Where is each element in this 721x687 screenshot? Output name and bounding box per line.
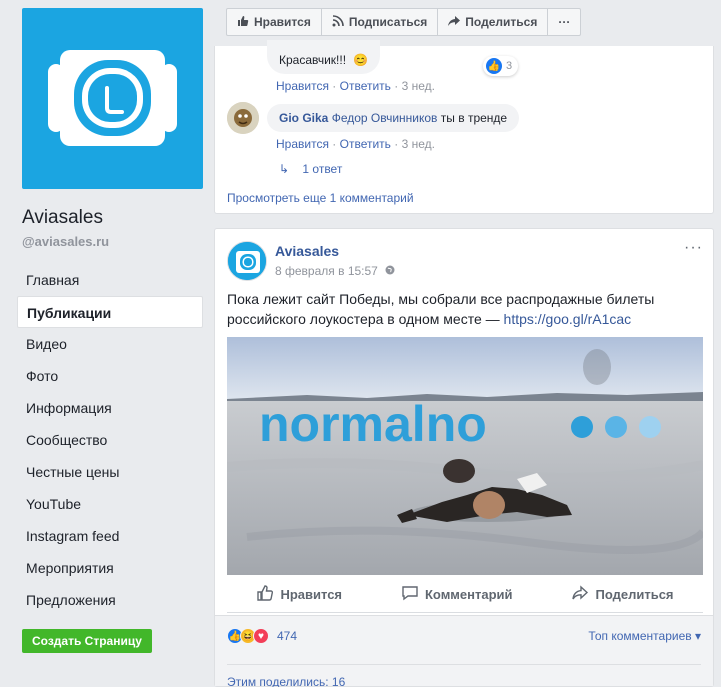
comment-mention[interactable]: Федор Овчинников (332, 111, 438, 125)
comment-bubble: Gio Gika Федор Овчинников ты в тренде (267, 104, 520, 132)
page-share-label: Поделиться (465, 15, 538, 29)
comment-actions: Нравится · Ответить · 3 нед. (276, 137, 435, 151)
page-handle: @aviasales.ru (22, 234, 110, 249)
view-more-comments-link[interactable]: Просмотреть еще 1 комментарий (227, 191, 414, 205)
comment-time[interactable]: 3 нед. (402, 137, 435, 151)
post-comment-button[interactable]: Комментарий (401, 584, 513, 605)
page-like-label: Нравится (254, 15, 311, 29)
post-image[interactable]: normalno (227, 337, 703, 575)
comment-reply-link[interactable]: Ответить (340, 137, 391, 151)
globe-icon (385, 264, 395, 278)
nav-item-events[interactable]: Мероприятия (17, 552, 203, 584)
post-link[interactable]: https://goo.gl/rA1cac (504, 311, 632, 327)
comment-icon (401, 584, 419, 605)
nav-item-photo[interactable]: Фото (17, 360, 203, 392)
subscribe-label: Подписаться (348, 15, 428, 29)
nav-item-offers[interactable]: Предложения (17, 584, 203, 616)
page-action-bar: Нравится Подписаться Поделиться ··· (226, 8, 582, 36)
post-like-button[interactable]: Нравится (256, 584, 342, 605)
share-arrow-icon (571, 584, 589, 605)
post-like-label: Нравится (280, 587, 343, 602)
emoji-icon: 😊 (353, 53, 369, 67)
thumbs-up-icon (237, 15, 249, 30)
rss-icon (332, 14, 344, 30)
commenter-avatar[interactable] (227, 102, 259, 134)
top-comments-dropdown[interactable]: Топ комментариев ▾ (588, 629, 701, 643)
reply-arrow-icon: ↳ (279, 162, 290, 176)
like-reaction-icon: 👍 (486, 58, 502, 74)
comment-bubble: Красавчик!!! 😊 (267, 40, 381, 74)
comment-like-link[interactable]: Нравится (276, 79, 329, 93)
comment-actions: Нравится · Ответить · 3 нед. (276, 79, 435, 93)
thumbs-up-icon (256, 584, 274, 605)
share-arrow-icon (448, 15, 461, 30)
more-dots-icon: ··· (558, 15, 571, 29)
page-share-button[interactable]: Поделиться (438, 9, 549, 35)
post-author[interactable]: Aviasales (275, 243, 339, 259)
nav-item-posts[interactable]: Публикации (17, 296, 203, 328)
nav-item-community[interactable]: Сообщество (17, 424, 203, 456)
nav-item-honest-prices[interactable]: Честные цены (17, 456, 203, 488)
comment-like-link[interactable]: Нравится (276, 137, 329, 151)
comment-reply-link[interactable]: Ответить (340, 79, 391, 93)
create-page-button[interactable]: Создать Страницу (22, 629, 152, 653)
page-like-button[interactable]: Нравится (227, 9, 322, 35)
post-text: Пока лежит сайт Победы, мы собрали все р… (227, 289, 697, 329)
post-card: Aviasales 8 февраля в 15:57 ··· Пока леж… (214, 228, 714, 687)
post-author-avatar[interactable] (227, 241, 267, 281)
comment-text: Красавчик!!! (279, 53, 347, 67)
reactions-count: 474 (277, 629, 298, 643)
comment-author[interactable]: Gio Gika (279, 111, 328, 125)
more-options-button[interactable]: ··· (548, 9, 580, 35)
nav-item-info[interactable]: Информация (17, 392, 203, 424)
comment-reactions[interactable]: 👍 3 (483, 56, 519, 76)
page-nav: Главная Публикации Видео Фото Информация… (17, 264, 203, 616)
comment-time[interactable]: 3 нед. (402, 79, 435, 93)
post-timestamp[interactable]: 8 февраля в 15:57 (275, 264, 395, 278)
comment-text: ты в тренде (440, 111, 508, 125)
reactions-summary[interactable]: 👍 😆 ♥ 474 (227, 628, 297, 644)
previous-post-comments: Красавчик!!! 😊 👍 3 Нравится · Ответить ·… (214, 40, 714, 214)
comment-reaction-count: 3 (506, 60, 513, 72)
nav-item-youtube[interactable]: YouTube (17, 488, 203, 520)
nav-item-home[interactable]: Главная (17, 264, 203, 296)
shares-link[interactable]: Этим поделились: 16 (227, 664, 701, 687)
post-time-label: 8 февраля в 15:57 (275, 264, 378, 278)
page-logo[interactable] (22, 8, 203, 189)
love-reaction-icon: ♥ (253, 628, 269, 644)
replies-link[interactable]: ↳ 1 ответ (279, 162, 342, 176)
post-comment-label: Комментарий (424, 587, 513, 602)
left-column: Aviasales @aviasales.ru Главная Публикац… (0, 0, 214, 687)
post-share-label: Поделиться (595, 587, 674, 602)
post-action-bar: Нравится Комментарий Поделиться (227, 577, 703, 613)
page-name[interactable]: Aviasales (22, 207, 103, 229)
replies-count: 1 ответ (302, 162, 343, 176)
post-share-button[interactable]: Поделиться (571, 584, 674, 605)
nav-item-video[interactable]: Видео (17, 328, 203, 360)
image-caption: normalno (259, 396, 487, 452)
post-reactions-area: 👍 😆 ♥ 474 Топ комментариев ▾ Этим подели… (215, 615, 713, 687)
nav-item-instagram[interactable]: Instagram feed (17, 520, 203, 552)
subscribe-button[interactable]: Подписаться (322, 9, 439, 35)
post-options-icon[interactable]: ··· (684, 239, 703, 257)
